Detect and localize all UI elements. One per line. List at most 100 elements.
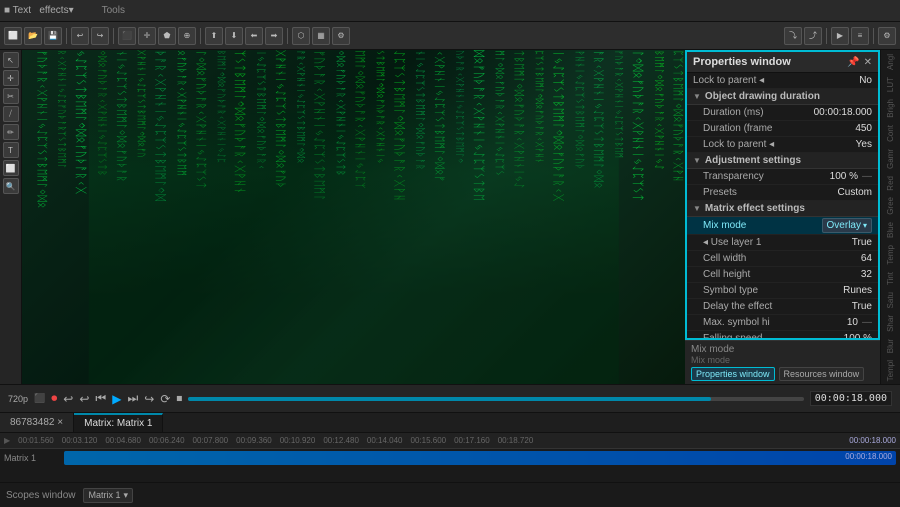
mix-mode-row[interactable]: Mix mode Overlay ▾ <box>687 217 878 235</box>
timeline-area: ▶ 00:01.560 00:03.120 00:04.680 00:06.24… <box>0 432 900 482</box>
arrow-up-icon[interactable]: ⬆ <box>205 27 223 45</box>
mix-mode-label: Mix mode <box>703 220 822 231</box>
transparency-value: 100 % <box>830 171 858 182</box>
symbol-type-label: Symbol type <box>703 285 843 296</box>
close-icon[interactable]: ✕ <box>864 57 872 68</box>
label-templ: Templ <box>886 360 895 381</box>
tab-86783482[interactable]: 86783482 × <box>0 413 74 432</box>
step-back-icon[interactable]: ⏮ <box>95 391 106 406</box>
footer-mix-mode: Mix mode <box>691 344 874 355</box>
redo-icon[interactable]: ↪ <box>91 27 109 45</box>
import-icon[interactable]: ⤵ <box>784 27 802 45</box>
grid-icon[interactable]: ⬡ <box>292 27 310 45</box>
mix-mode-value: Overlay <box>827 220 861 231</box>
tab-properties-window[interactable]: Properties window <box>691 367 775 381</box>
falling-speed-row[interactable]: Falling speed 100 % <box>687 331 878 340</box>
play-icon[interactable]: ▶ <box>112 392 121 406</box>
move-tool-icon[interactable]: ✛ <box>3 70 19 86</box>
new-icon[interactable]: ⬜ <box>4 27 22 45</box>
scopes-label: Scopes window <box>6 490 75 501</box>
transparency-label: Transparency <box>703 171 830 182</box>
settings2-icon[interactable]: ⚙ <box>878 27 896 45</box>
tab-matrix[interactable]: Matrix: Matrix 1 <box>74 413 163 432</box>
timecode-end: 00:00:18.000 <box>845 436 900 445</box>
fast-forward-icon[interactable]: ↪ <box>144 392 154 406</box>
label-blue: Blue <box>886 222 895 238</box>
lock-to-parent-row[interactable]: Lock to parent ◂ No <box>687 73 878 89</box>
use-layer1-row[interactable]: ◂ Use layer 1 True <box>687 235 878 251</box>
duration-ms-value: 00:00:18.000 <box>814 107 872 118</box>
undo-icon[interactable]: ↩ <box>71 27 89 45</box>
stop-icon[interactable]: ⏹ <box>176 391 182 406</box>
transparency-dash: — <box>862 171 872 182</box>
arrow-right-icon[interactable]: ➡ <box>265 27 283 45</box>
arrow-left-icon[interactable]: ⬅ <box>245 27 263 45</box>
tab-resources-window[interactable]: Resources window <box>779 367 865 381</box>
cut-tool-icon[interactable]: ✂ <box>3 88 19 104</box>
section-collapse-icon[interactable]: ▼ <box>693 92 701 101</box>
delay-effect-row[interactable]: Delay the effect True <box>687 299 878 315</box>
quality-label: 720p <box>8 394 28 404</box>
video-preview: ᚠᚢᚦᚨᚱᚲᚷᚹᚺᚾᛁᛃᛇᛈᛉᛊᛏᛒᛖᛗᛚᛜᛞᛟ ᚱᚲᚷᚹᚺᚾᛁᛃᛇᛈᚠᚢᚦᚨᚱ… <box>22 50 685 384</box>
open-icon[interactable]: 📂 <box>24 27 42 45</box>
lock-to-parent2-value: Yes <box>856 139 872 150</box>
rewind-icon[interactable]: ↩ <box>63 392 73 406</box>
move-icon[interactable]: ✛ <box>138 27 156 45</box>
separator <box>113 28 114 44</box>
presets-value: Custom <box>838 187 872 198</box>
adjustment-section: ▼ Adjustment settings <box>687 153 878 169</box>
menu-bar: ■ Text effects▾ Tools <box>0 0 900 22</box>
fast-back-icon[interactable]: ↩ <box>79 392 89 406</box>
properties-icon[interactable]: ≡ <box>851 27 869 45</box>
lock-to-parent2-label: Lock to parent ◂ <box>703 139 856 150</box>
tick-3: 00:06.240 <box>145 436 189 445</box>
crop-icon[interactable]: ⬟ <box>158 27 176 45</box>
render-icon[interactable]: ▶ <box>831 27 849 45</box>
lock-to-parent2-row[interactable]: Lock to parent ◂ Yes <box>687 137 878 153</box>
label-lut: LUT <box>886 77 895 92</box>
record-icon[interactable]: ⏺ <box>51 391 57 406</box>
add-icon[interactable]: ⊕ <box>178 27 196 45</box>
drawing-duration-section: ▼ Object drawing duration <box>687 89 878 105</box>
select-tool-icon[interactable]: ↖ <box>3 52 19 68</box>
cell-width-row[interactable]: Cell width 64 <box>687 251 878 267</box>
track-bar[interactable]: 00:00:18.000 <box>64 451 896 465</box>
presets-row[interactable]: Presets Custom <box>687 185 878 201</box>
label-bright: Brigh <box>886 99 895 118</box>
pencil-tool-icon[interactable]: ✏ <box>3 124 19 140</box>
arrow-down-icon[interactable]: ⬇ <box>225 27 243 45</box>
symbol-type-row[interactable]: Symbol type Runes <box>687 283 878 299</box>
track-end-label: 00:00:18.000 <box>845 452 892 461</box>
select-icon[interactable]: ⬛ <box>118 27 136 45</box>
text-tool-icon[interactable]: T <box>3 142 19 158</box>
label-temp: Temp <box>886 245 895 265</box>
scopes-dropdown-arrow: ▾ <box>124 490 129 501</box>
mix-mode-dropdown[interactable]: Overlay ▾ <box>822 218 872 233</box>
step-forward-icon[interactable]: ⏭ <box>127 391 138 406</box>
tick-0: 00:01.560 <box>14 436 58 445</box>
razor-tool-icon[interactable]: ⧸ <box>3 106 19 122</box>
scopes-dropdown[interactable]: Matrix 1 ▾ <box>83 488 133 503</box>
duration-frame-value: 450 <box>855 123 872 134</box>
tabs-row: 86783482 × Matrix: Matrix 1 <box>0 412 900 432</box>
cell-height-row[interactable]: Cell height 32 <box>687 267 878 283</box>
tick-5: 00:09.360 <box>232 436 276 445</box>
zoom-tool-icon[interactable]: 🔍 <box>3 178 19 194</box>
falling-speed-value: 100 % <box>844 333 872 340</box>
properties-window: Properties window 📌 ✕ Lock to parent ◂ N… <box>685 50 880 340</box>
transparency-row[interactable]: Transparency 100 % — <box>687 169 878 185</box>
shape-tool-icon[interactable]: ⬜ <box>3 160 19 176</box>
transport-progress-slider[interactable] <box>188 397 803 401</box>
adjustment-collapse-icon[interactable]: ▼ <box>693 156 701 165</box>
duration-ms-row[interactable]: Duration (ms) 00:00:18.000 <box>687 105 878 121</box>
pin-icon[interactable]: 📌 <box>847 57 859 68</box>
export-icon[interactable]: ⤴ <box>804 27 822 45</box>
grid2-icon[interactable]: ▦ <box>312 27 330 45</box>
save-icon[interactable]: 💾 <box>44 27 62 45</box>
loop-icon[interactable]: ⟳ <box>160 392 170 406</box>
duration-frame-label: Duration (frame <box>703 123 855 134</box>
max-symbol-row[interactable]: Max. symbol hi 10 — <box>687 315 878 331</box>
duration-frame-row[interactable]: Duration (frame 450 <box>687 121 878 137</box>
matrix-collapse-icon[interactable]: ▼ <box>693 204 701 213</box>
settings-icon[interactable]: ⚙ <box>332 27 350 45</box>
